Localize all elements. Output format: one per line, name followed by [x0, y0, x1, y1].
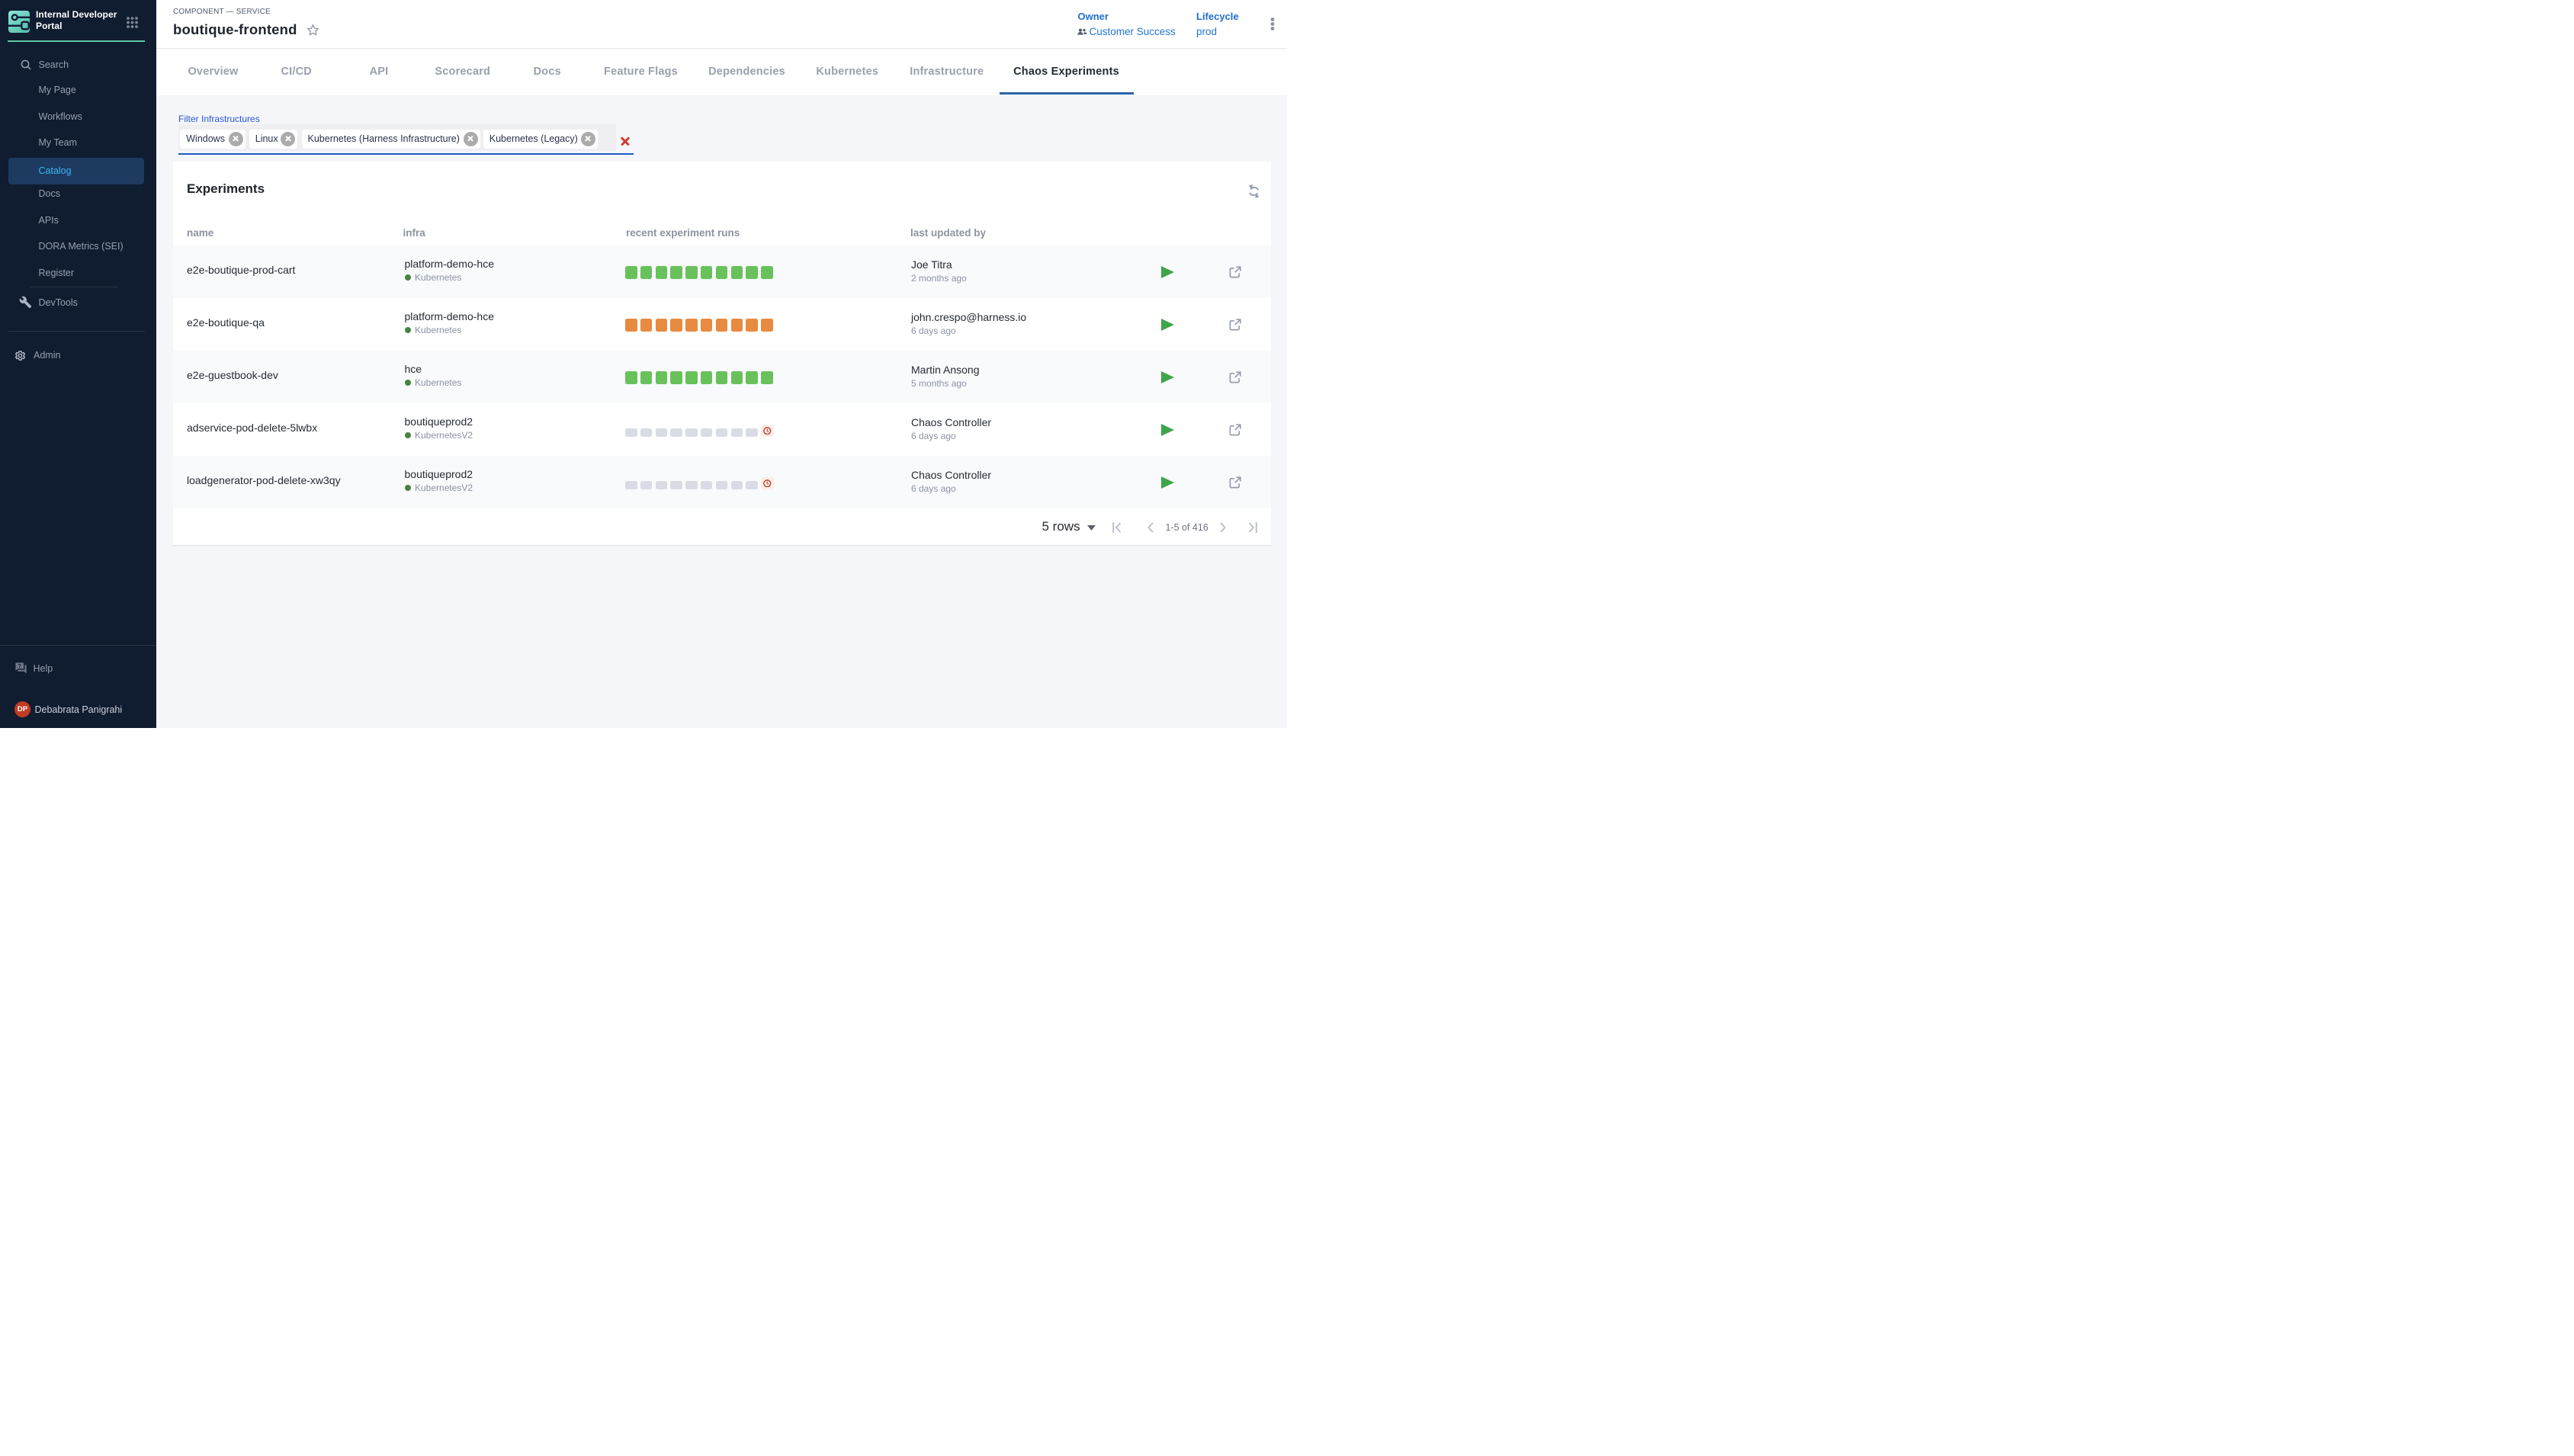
svg-text:?: ?	[18, 662, 21, 669]
